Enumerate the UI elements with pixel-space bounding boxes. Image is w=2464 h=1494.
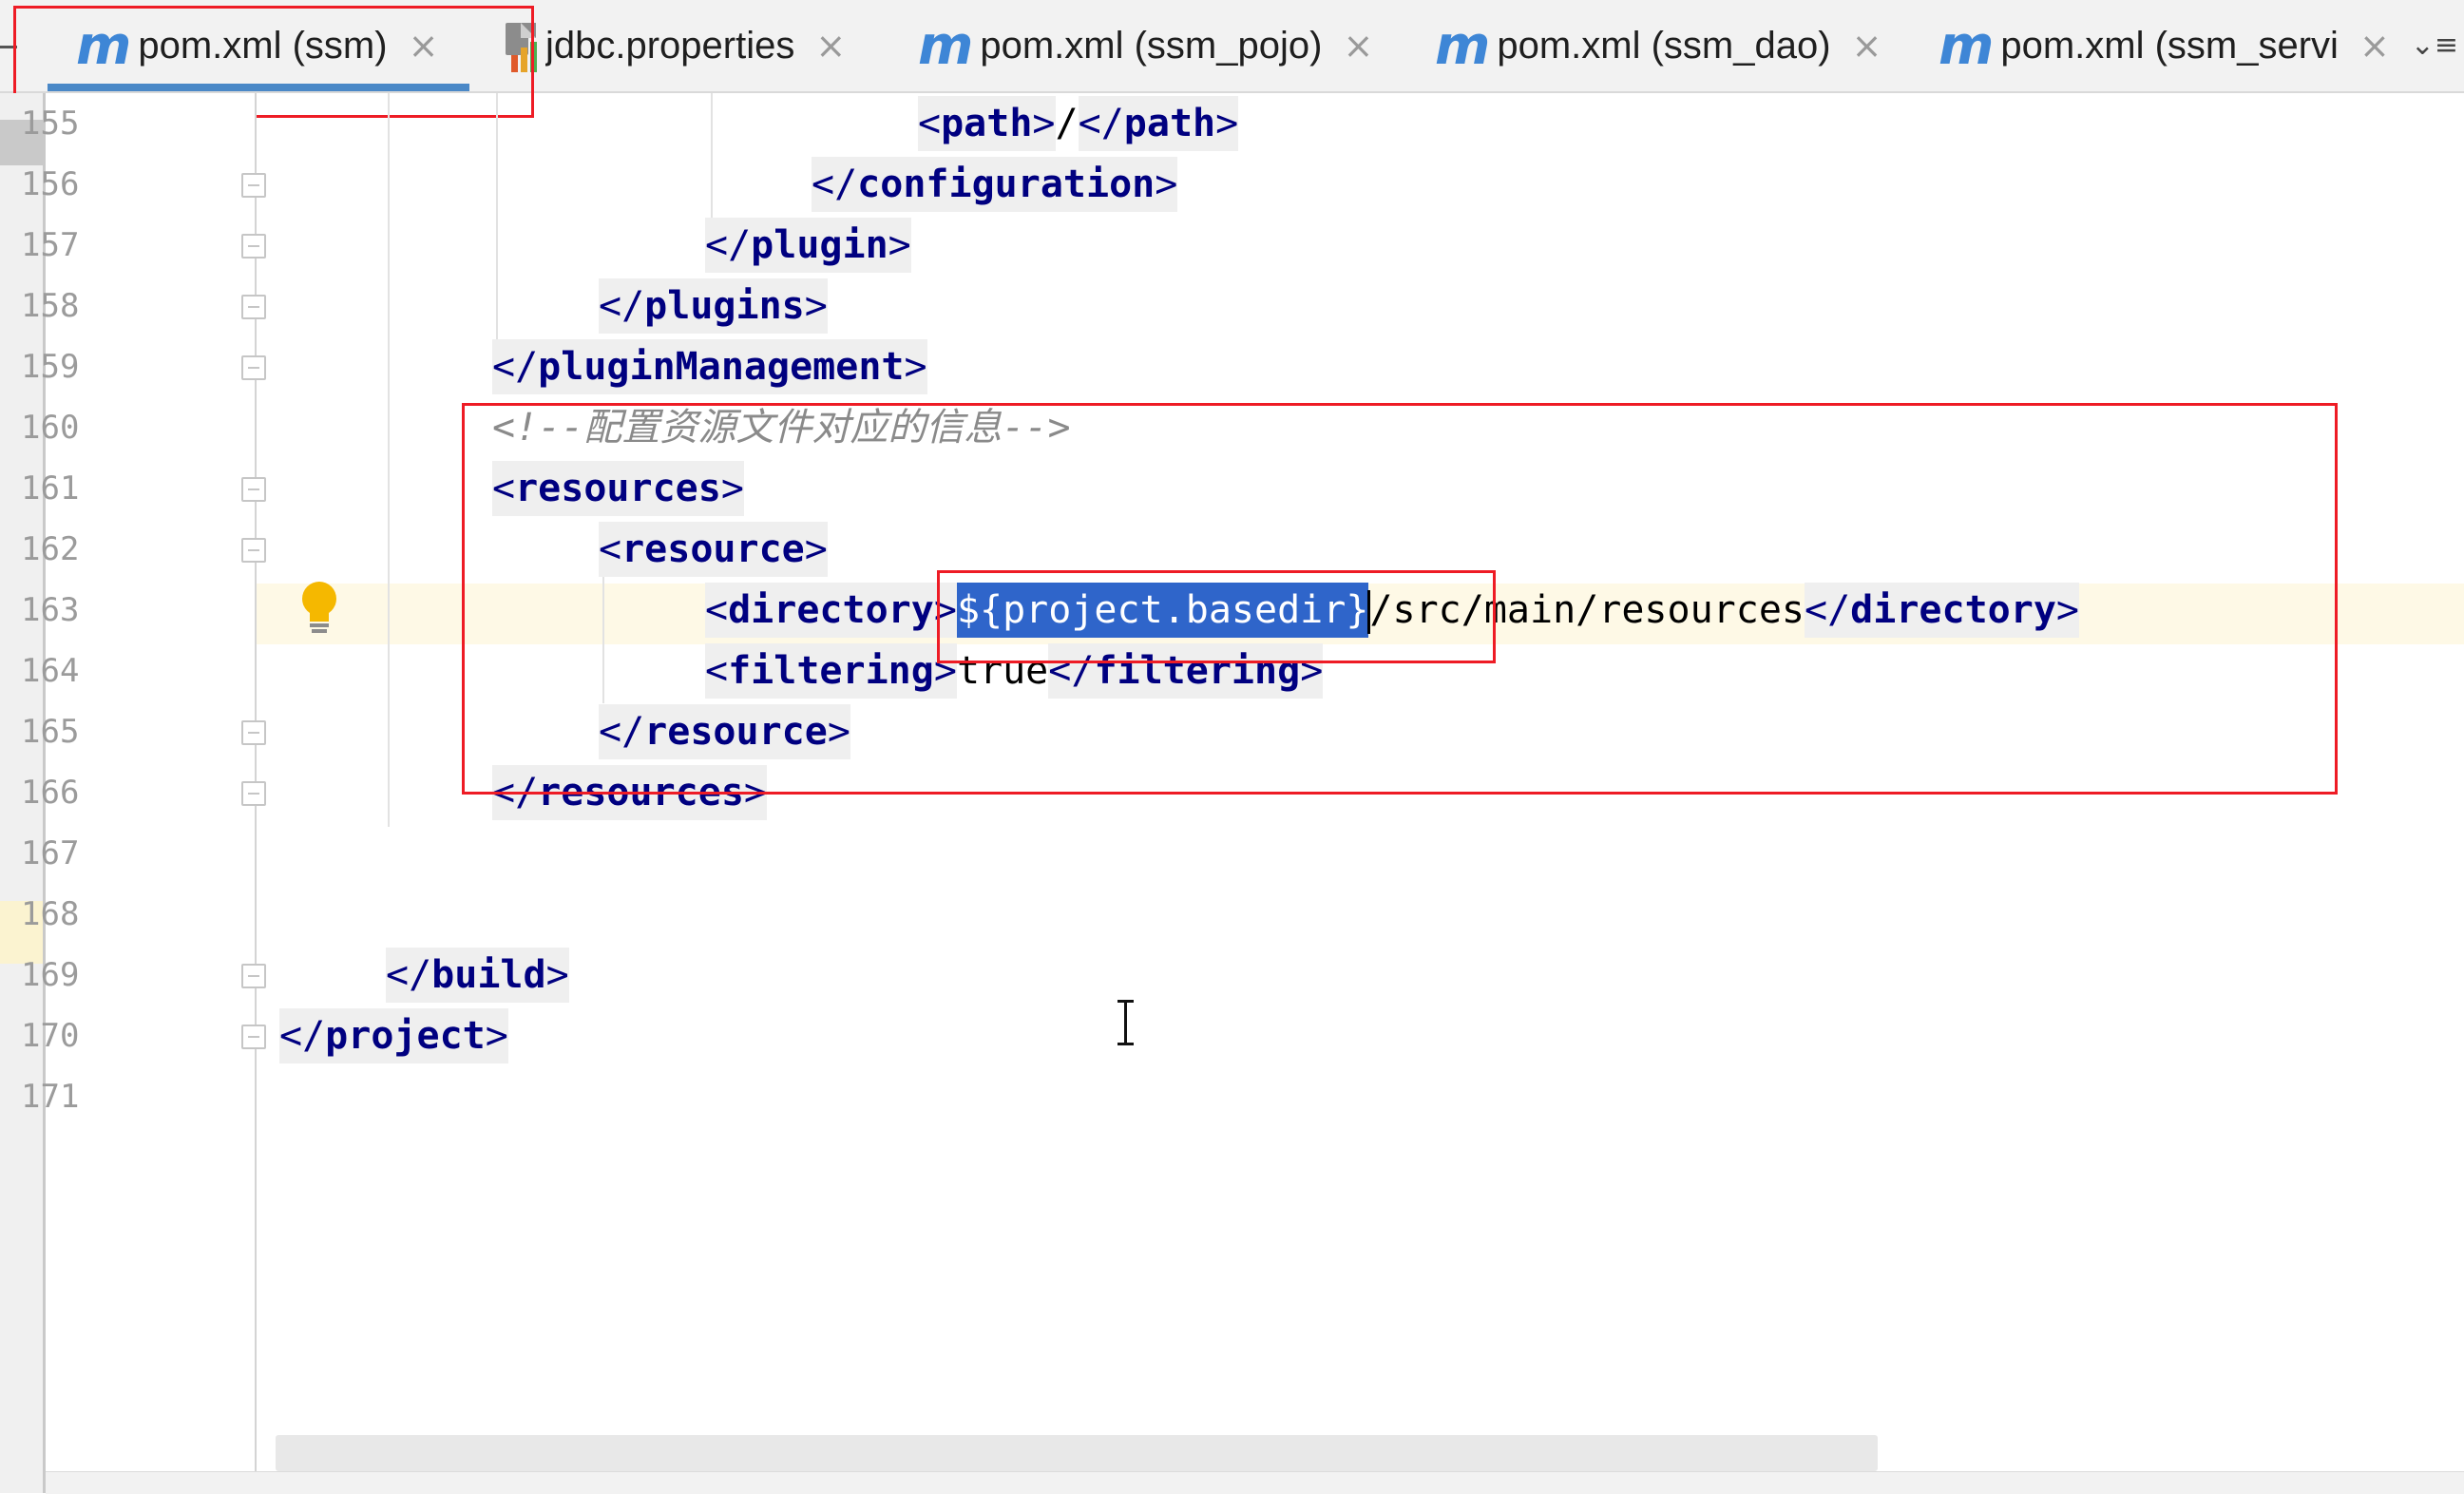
maven-icon: m: [918, 14, 973, 77]
lightbulb-icon[interactable]: [300, 582, 338, 639]
fold-marker-icon[interactable]: [241, 355, 266, 380]
fold-marker-icon[interactable]: [241, 964, 266, 988]
code-line[interactable]: </plugins>: [599, 276, 828, 336]
tag-name: project: [325, 1014, 486, 1058]
tab-jdbc-properties[interactable]: jdbc.properties ×: [500, 0, 846, 91]
tag-name: path: [941, 102, 1033, 145]
tab-pom-ssm-service[interactable]: m pom.xml (ssm_servi ×: [1939, 0, 2390, 91]
indent-guide: [388, 93, 390, 827]
fold-marker-icon[interactable]: [241, 538, 266, 563]
line-number: 163: [21, 591, 80, 629]
close-icon[interactable]: ×: [2359, 25, 2390, 67]
code-line[interactable]: <path>/</path>: [918, 93, 1239, 154]
code-line[interactable]: </pluginManagement>: [492, 336, 927, 397]
fold-marker-icon[interactable]: [241, 477, 266, 502]
line-number: 155: [21, 105, 80, 143]
tab-label: jdbc.properties: [545, 24, 795, 67]
line-number: 159: [21, 348, 80, 386]
tab-label: pom.xml (ssm_pojo): [980, 24, 1323, 67]
close-icon[interactable]: ×: [815, 25, 846, 67]
close-icon[interactable]: ×: [1343, 25, 1373, 67]
fold-marker-icon[interactable]: [241, 295, 266, 319]
line-number: 161: [21, 469, 80, 508]
tag-name: build: [431, 953, 546, 997]
text-node: /: [1055, 102, 1079, 145]
line-number: 164: [21, 652, 80, 690]
code-line[interactable]: </project>: [279, 1006, 508, 1066]
tab-pom-ssm-pojo[interactable]: m pom.xml (ssm_pojo) ×: [918, 0, 1373, 91]
line-number: 168: [21, 895, 80, 933]
tab-label: pom.xml (ssm_dao): [1497, 24, 1831, 67]
tag-name: path: [1123, 102, 1216, 145]
maven-icon: m: [1435, 14, 1490, 77]
line-number: 158: [21, 287, 80, 325]
horizontal-scrollbar[interactable]: [276, 1435, 1878, 1471]
indent-guide: [711, 93, 713, 222]
maven-icon: m: [1939, 14, 1994, 77]
tag-name: plugin: [751, 223, 888, 267]
text-cursor-icon: [1116, 1000, 1135, 1045]
fold-marker-icon[interactable]: [241, 234, 266, 259]
code-line[interactable]: </configuration>: [812, 154, 1178, 215]
line-number: 170: [21, 1017, 80, 1055]
line-number: 157: [21, 226, 80, 264]
annotation-box-basedir: [937, 570, 1496, 663]
tag-name: configuration: [857, 163, 1156, 206]
line-number: 165: [21, 713, 80, 751]
line-number: 160: [21, 409, 80, 447]
code-line[interactable]: </build>: [386, 945, 569, 1006]
tag-name: pluginManagement: [538, 345, 905, 389]
fold-marker-icon[interactable]: [241, 781, 266, 806]
code-line[interactable]: </plugin>: [705, 215, 911, 276]
fold-marker-icon[interactable]: [241, 720, 266, 745]
line-number: 166: [21, 774, 80, 812]
fold-marker-icon[interactable]: [241, 1025, 266, 1049]
close-icon[interactable]: ×: [1852, 25, 1882, 67]
line-number: 171: [21, 1078, 80, 1116]
line-number: 169: [21, 956, 80, 994]
line-number: 162: [21, 530, 80, 568]
status-bar-edge: [46, 1471, 2464, 1494]
line-number: 156: [21, 165, 80, 203]
indent-guide: [496, 93, 498, 344]
fold-marker-icon[interactable]: [241, 173, 266, 198]
line-number: 167: [21, 834, 80, 872]
tab-label: pom.xml (ssm_servi: [2000, 24, 2339, 67]
tag-name: plugins: [644, 284, 805, 328]
tab-overflow-icon[interactable]: ⌄≡: [2411, 29, 2458, 62]
tab-pom-ssm-dao[interactable]: m pom.xml (ssm_dao) ×: [1435, 0, 1881, 91]
